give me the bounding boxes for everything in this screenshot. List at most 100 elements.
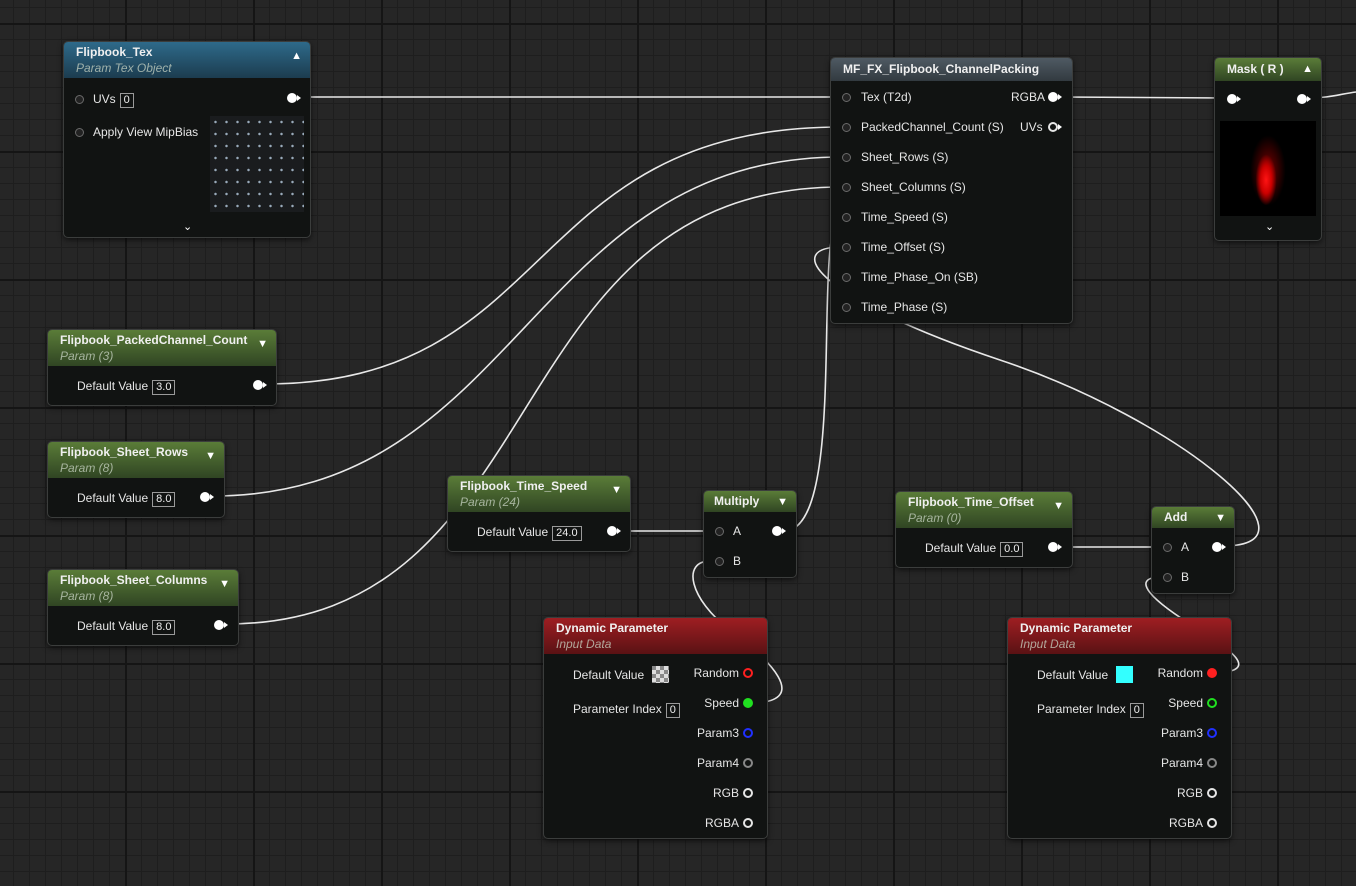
default-value-field[interactable]: 8.0 xyxy=(152,492,176,507)
channel-packing-node[interactable]: MF_FX_Flipbook_ChannelPacking Tex (T2d) … xyxy=(830,57,1073,324)
default-value-field[interactable]: 8.0 xyxy=(152,620,176,635)
param3-output-pin[interactable] xyxy=(743,728,753,738)
param4-output-pin[interactable] xyxy=(743,758,753,768)
mask-input-pin[interactable] xyxy=(1227,94,1237,104)
chevron-up-icon[interactable]: ▲ xyxy=(291,50,302,62)
param4-output-pin[interactable] xyxy=(1207,758,1217,768)
time-speed-header[interactable]: Flipbook_Time_Speed Param (24) ▼ xyxy=(448,476,630,512)
packed-count-header[interactable]: Flipbook_PackedChannel_Count Param (3) ▼ xyxy=(48,330,276,366)
mask-preview-thumbnail xyxy=(1220,121,1316,216)
parameter-index-field[interactable]: 0 xyxy=(1129,703,1144,718)
time-offset-header[interactable]: Flipbook_Time_Offset Param (0) ▼ xyxy=(896,492,1072,528)
multiply-output-pin[interactable] xyxy=(772,526,782,536)
channel-packing-header[interactable]: MF_FX_Flipbook_ChannelPacking xyxy=(831,58,1072,81)
param-output-pin[interactable] xyxy=(253,380,263,390)
chevron-down-icon[interactable]: ▼ xyxy=(1053,500,1064,512)
multiply-node[interactable]: Multiply ▼ A B xyxy=(703,490,797,578)
uvs-label: UVs xyxy=(93,92,116,106)
multiply-header[interactable]: Multiply ▼ xyxy=(704,491,796,512)
time-phase-on-input-pin[interactable] xyxy=(842,273,851,282)
mask-r-header[interactable]: Mask ( R ) ▲ xyxy=(1215,58,1321,81)
add-node[interactable]: Add ▼ A B xyxy=(1151,506,1235,594)
dynamic-parameter-node-2[interactable]: Dynamic Parameter Input Data Default Val… xyxy=(1007,617,1232,839)
multiply-b-pin[interactable] xyxy=(715,557,724,566)
add-b-label: B xyxy=(1181,570,1190,584)
flipbook-tex-header[interactable]: Flipbook_Tex Param Tex Object ▲ xyxy=(64,42,310,78)
mask-output-pin[interactable] xyxy=(1297,94,1307,104)
time-phase-input-pin[interactable] xyxy=(842,303,851,312)
input-sheet-rows: Sheet_Rows (S) xyxy=(861,150,949,164)
default-value-swatch[interactable] xyxy=(652,666,669,683)
add-a-pin[interactable] xyxy=(1163,543,1172,552)
param-output-pin[interactable] xyxy=(607,526,617,536)
chevron-up-icon[interactable]: ▲ xyxy=(1302,63,1313,75)
add-b-pin[interactable] xyxy=(1163,573,1172,582)
sheet-columns-input-pin[interactable] xyxy=(842,183,851,192)
rgba-output-pin[interactable] xyxy=(1207,818,1217,828)
output-speed-label: Speed xyxy=(704,696,739,710)
node-subtitle: Param Tex Object xyxy=(76,61,172,75)
packed-count-input-pin[interactable] xyxy=(842,123,851,132)
time-speed-param-node[interactable]: Flipbook_Time_Speed Param (24) ▼ Default… xyxy=(447,475,631,552)
add-output-pin[interactable] xyxy=(1212,542,1222,552)
input-tex: Tex (T2d) xyxy=(861,90,912,104)
chevron-down-icon[interactable]: ▼ xyxy=(205,450,216,462)
random-output-pin[interactable] xyxy=(743,668,753,678)
node-subtitle: Param (8) xyxy=(60,589,114,603)
dynamic-parameter-header[interactable]: Dynamic Parameter Input Data xyxy=(1008,618,1231,654)
packed-count-param-node[interactable]: Flipbook_PackedChannel_Count Param (3) ▼… xyxy=(47,329,277,406)
dynamic-parameter-header[interactable]: Dynamic Parameter Input Data xyxy=(544,618,767,654)
random-output-pin[interactable] xyxy=(1207,668,1217,678)
default-value-field[interactable]: 0.0 xyxy=(1000,542,1024,557)
node-subtitle: Input Data xyxy=(1020,637,1076,651)
chevron-down-icon[interactable]: ▼ xyxy=(611,484,622,496)
sheet-columns-header[interactable]: Flipbook_Sheet_Columns Param (8) ▼ xyxy=(48,570,238,606)
time-offset-input-pin[interactable] xyxy=(842,243,851,252)
default-value-label: Default Value xyxy=(77,619,149,633)
speed-output-pin[interactable] xyxy=(743,698,753,708)
output-random-label: Random xyxy=(1157,666,1203,680)
sheet-columns-param-node[interactable]: Flipbook_Sheet_Columns Param (8) ▼ Defau… xyxy=(47,569,239,646)
mipbias-input-pin[interactable] xyxy=(75,128,84,137)
rgb-output-pin[interactable] xyxy=(743,788,753,798)
speed-output-pin[interactable] xyxy=(1207,698,1217,708)
sheet-rows-input-pin[interactable] xyxy=(842,153,851,162)
time-speed-input-pin[interactable] xyxy=(842,213,851,222)
rgba-output-pin[interactable] xyxy=(1048,92,1058,102)
chevron-down-icon[interactable]: ⌄ xyxy=(183,220,192,233)
flipbook-tex-node[interactable]: Flipbook_Tex Param Tex Object ▲ UVs 0 App… xyxy=(63,41,311,238)
tex-input-pin[interactable] xyxy=(842,93,851,102)
sheet-rows-header[interactable]: Flipbook_Sheet_Rows Param (8) ▼ xyxy=(48,442,224,478)
multiply-a-pin[interactable] xyxy=(715,527,724,536)
chevron-down-icon[interactable]: ▼ xyxy=(777,496,788,508)
add-header[interactable]: Add ▼ xyxy=(1152,507,1234,528)
sheet-rows-param-node[interactable]: Flipbook_Sheet_Rows Param (8) ▼ Default … xyxy=(47,441,225,518)
param-output-pin[interactable] xyxy=(200,492,210,502)
dynamic-parameter-node-1[interactable]: Dynamic Parameter Input Data Default Val… xyxy=(543,617,768,839)
time-offset-param-node[interactable]: Flipbook_Time_Offset Param (0) ▼ Default… xyxy=(895,491,1073,568)
default-value-field[interactable]: 3.0 xyxy=(152,380,176,395)
default-value-field[interactable]: 24.0 xyxy=(552,526,582,541)
uvs-output-pin[interactable] xyxy=(1048,122,1058,132)
node-title: Flipbook_Tex xyxy=(76,45,153,59)
chevron-down-icon[interactable]: ▼ xyxy=(219,578,230,590)
output-arrow-icon xyxy=(297,95,301,101)
param-output-pin[interactable] xyxy=(214,620,224,630)
rgb-output-pin[interactable] xyxy=(1207,788,1217,798)
param-output-pin[interactable] xyxy=(1048,542,1058,552)
param3-output-pin[interactable] xyxy=(1207,728,1217,738)
uvs-value-field[interactable]: 0 xyxy=(119,93,134,108)
output-arrow-icon xyxy=(1222,544,1226,550)
chevron-down-icon[interactable]: ⌄ xyxy=(1265,220,1274,233)
uvs-input-pin[interactable] xyxy=(75,95,84,104)
default-value-swatch[interactable] xyxy=(1116,666,1133,683)
parameter-index-field[interactable]: 0 xyxy=(665,703,680,718)
output-uvs: UVs xyxy=(1020,120,1043,134)
chevron-down-icon[interactable]: ▼ xyxy=(257,338,268,350)
texture-output-pin[interactable] xyxy=(287,93,297,103)
output-speed-label: Speed xyxy=(1168,696,1203,710)
input-time-phase-on: Time_Phase_On (SB) xyxy=(861,270,978,284)
chevron-down-icon[interactable]: ▼ xyxy=(1215,512,1226,524)
mask-r-node[interactable]: Mask ( R ) ▲ ⌄ xyxy=(1214,57,1322,241)
rgba-output-pin[interactable] xyxy=(743,818,753,828)
